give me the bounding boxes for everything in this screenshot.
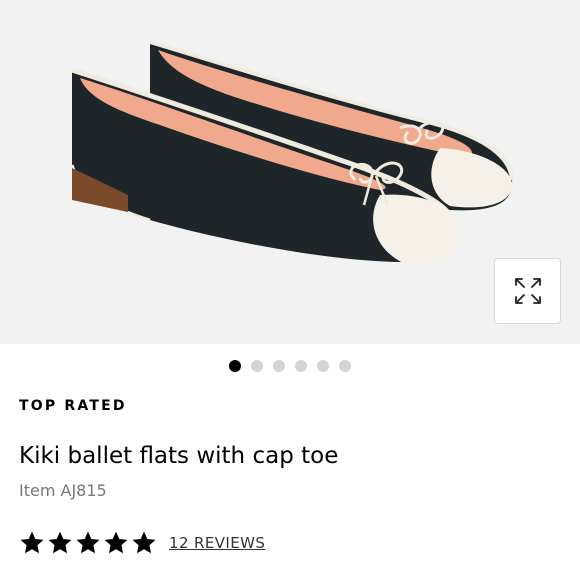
star-icon xyxy=(48,531,72,554)
item-number: Item AJ815 xyxy=(19,481,107,500)
image-pagination xyxy=(0,360,580,376)
star-icon xyxy=(132,531,156,554)
expand-image-button[interactable] xyxy=(494,258,561,324)
product-image-area[interactable] xyxy=(0,0,580,344)
star-icon xyxy=(20,531,44,554)
pagination-dot-1[interactable] xyxy=(229,360,241,372)
product-rating: 12 REVIEWS xyxy=(19,529,265,557)
star-icon xyxy=(76,531,100,554)
product-title: Kiki ballet flats with cap toe xyxy=(19,443,339,469)
pagination-dot-3[interactable] xyxy=(273,360,285,372)
pagination-dot-2[interactable] xyxy=(251,360,263,372)
star-rating[interactable] xyxy=(19,530,157,556)
star-icon xyxy=(104,531,128,554)
product-image xyxy=(70,40,514,265)
top-rated-badge: TOP RATED xyxy=(19,398,127,414)
pagination-dot-4[interactable] xyxy=(295,360,307,372)
pagination-dot-6[interactable] xyxy=(339,360,351,372)
expand-arrows-icon xyxy=(514,278,541,304)
pagination-dot-5[interactable] xyxy=(317,360,329,372)
reviews-link[interactable]: 12 REVIEWS xyxy=(169,534,265,552)
